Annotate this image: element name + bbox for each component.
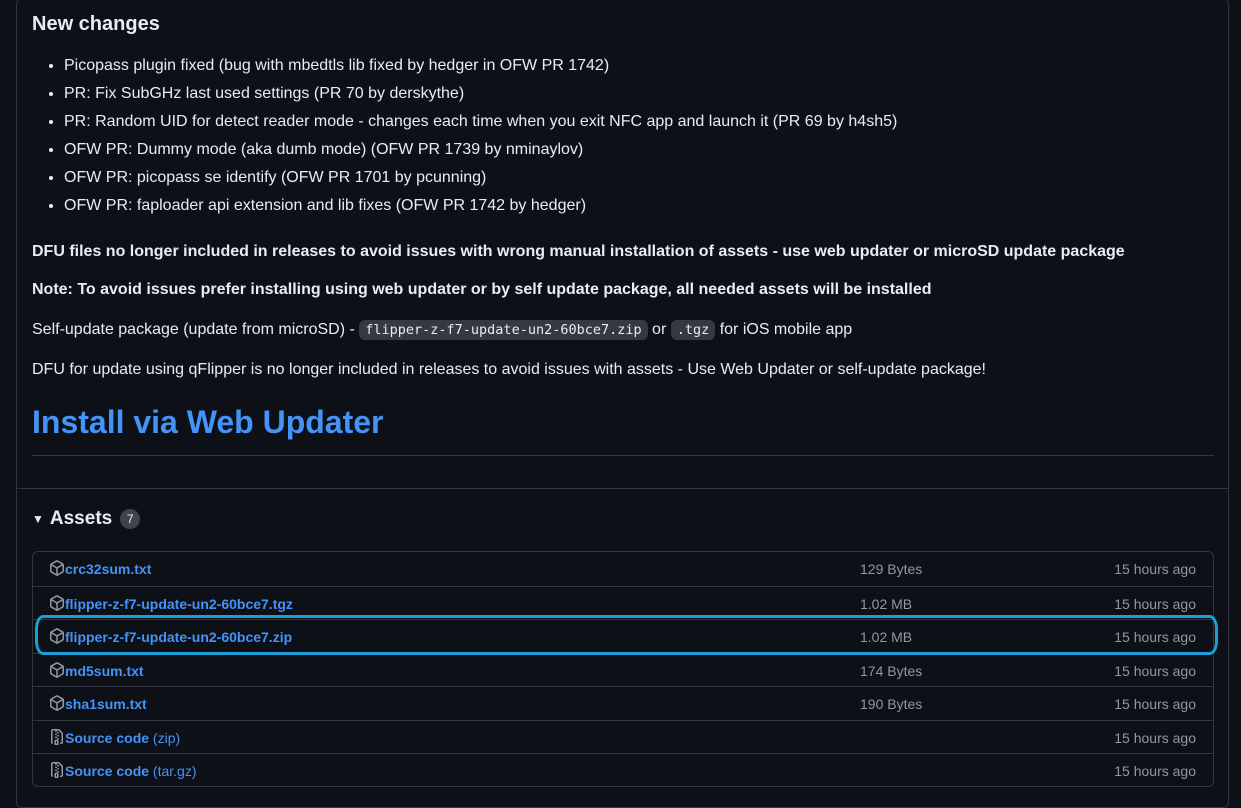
table-row: crc32sum.txt 129 Bytes 15 hours ago xyxy=(33,552,1213,586)
changes-list: Picopass plugin fixed (bug with mbedtls … xyxy=(32,52,897,220)
asset-download-link[interactable]: crc32sum.txt xyxy=(65,561,151,577)
dfu-note: DFU files no longer included in releases… xyxy=(32,243,1125,260)
asset-timestamp: 15 hours ago xyxy=(1114,595,1196,612)
table-row: Source code (tar.gz) 15 hours ago xyxy=(33,753,1213,786)
asset-name: flipper-z-f7-update-un2-60bce7.zip xyxy=(65,629,293,646)
self-update-suffix: for iOS mobile app xyxy=(715,321,853,338)
asset-name: Source code xyxy=(65,763,150,780)
assets-list: crc32sum.txt 129 Bytes 15 hours ago flipper… xyxy=(32,551,1214,787)
asset-download-link[interactable]: flipper-z-f7-update-un2-60bce7.zip xyxy=(65,629,292,645)
list-item: Picopass plugin fixed (bug with mbedtls … xyxy=(64,52,897,80)
divider xyxy=(32,455,1214,456)
list-item: OFW PR: picopass se identify (OFW PR 170… xyxy=(64,164,897,192)
asset-size: 1.02 MB xyxy=(860,595,913,612)
list-item: OFW PR: faploader api extension and lib … xyxy=(64,192,897,220)
asset-format: (tar.gz) xyxy=(149,763,197,780)
asset-size: 1.02 MB xyxy=(860,629,913,646)
list-item: PR: Fix SubGHz last used settings (PR 70… xyxy=(64,80,897,108)
asset-size: 174 Bytes xyxy=(860,662,923,679)
package-icon xyxy=(49,628,65,644)
asset-download-link[interactable]: sha1sum.txt xyxy=(65,696,147,712)
asset-download-link[interactable]: flipper-z-f7-update-un2-60bce7.tgz xyxy=(65,596,293,612)
new-changes-heading: New changes xyxy=(32,13,160,35)
asset-format: (zip) xyxy=(149,729,181,746)
asset-timestamp: 15 hours ago xyxy=(1114,696,1196,713)
qflipper-note: DFU for update using qFlipper is no long… xyxy=(32,361,986,378)
assets-title: Assets xyxy=(49,508,113,529)
self-update-paragraph: Self-update package (update from microSD… xyxy=(32,318,852,342)
tgz-code: .tgz xyxy=(670,320,716,340)
asset-name: flipper-z-f7-update-un2-60bce7.tgz xyxy=(65,595,293,612)
table-row: md5sum.txt 174 Bytes 15 hours ago xyxy=(33,652,1213,687)
table-row: flipper-z-f7-update-un2-60bce7.tgz 1.02 M… xyxy=(33,585,1213,620)
table-row: sha1sum.txt 190 Bytes 15 hours ago xyxy=(33,686,1213,720)
asset-download-link[interactable]: Source code (tar.gz) xyxy=(65,763,197,779)
list-item: PR: Random UID for detect reader mode - … xyxy=(64,108,897,136)
divider xyxy=(17,488,1228,489)
asset-size: 190 Bytes xyxy=(860,696,923,713)
triangle-down-icon: ▼ xyxy=(32,512,44,526)
or-text: or xyxy=(647,321,671,338)
file-zip-icon xyxy=(49,728,65,745)
table-row: Source code (zip) 15 hours ago xyxy=(33,719,1213,754)
asset-timestamp: 15 hours ago xyxy=(1114,561,1196,577)
zip-filename-code: flipper-z-f7-update-un2-60bce7.zip xyxy=(359,320,648,340)
asset-name: crc32sum.txt xyxy=(65,561,152,577)
asset-size: 129 Bytes xyxy=(860,561,923,577)
asset-timestamp: 15 hours ago xyxy=(1114,729,1196,746)
asset-download-link[interactable]: md5sum.txt xyxy=(65,663,144,679)
assets-toggle[interactable]: ▼ Assets 7 xyxy=(32,508,141,530)
install-note: Note: To avoid issues prefer installing … xyxy=(32,281,932,298)
asset-timestamp: 15 hours ago xyxy=(1114,763,1196,780)
asset-name: sha1sum.txt xyxy=(65,696,147,713)
assets-count-badge: 7 xyxy=(120,509,141,529)
list-item: OFW PR: Dummy mode (aka dumb mode) (OFW … xyxy=(64,136,897,164)
asset-name: Source code xyxy=(65,729,150,746)
package-icon xyxy=(49,661,65,678)
install-web-updater-link[interactable]: Install via Web Updater xyxy=(32,404,384,441)
asset-name: md5sum.txt xyxy=(65,662,144,679)
asset-timestamp: 15 hours ago xyxy=(1114,662,1196,679)
package-icon xyxy=(49,594,65,611)
asset-download-link[interactable]: Source code (zip) xyxy=(65,730,180,746)
file-zip-icon xyxy=(49,762,65,779)
table-row: flipper-z-f7-update-un2-60bce7.zip 1.02 M… xyxy=(33,619,1213,653)
package-icon xyxy=(49,560,65,576)
package-icon xyxy=(49,695,65,712)
self-update-prefix: Self-update package (update from microSD… xyxy=(32,321,360,338)
asset-timestamp: 15 hours ago xyxy=(1114,629,1196,646)
